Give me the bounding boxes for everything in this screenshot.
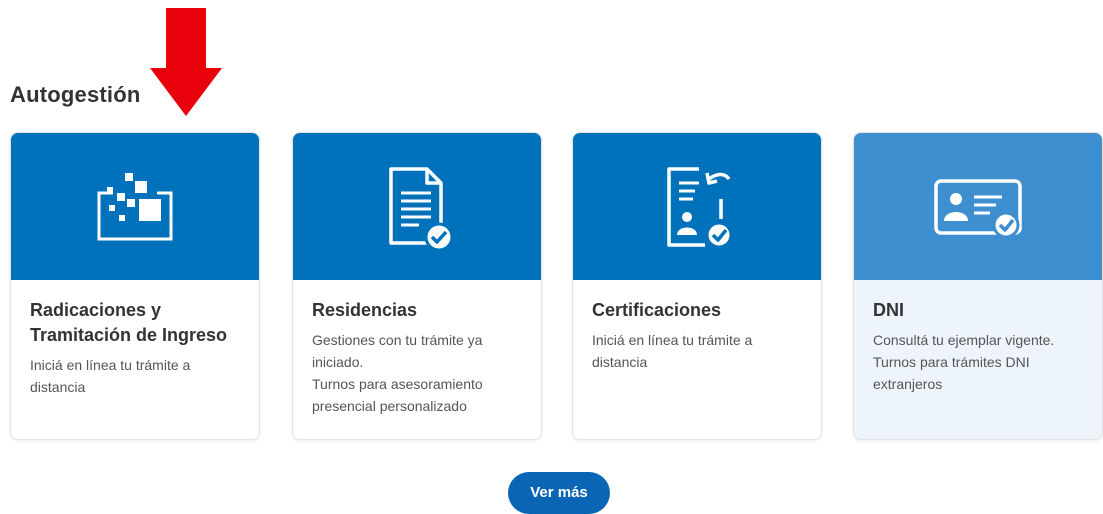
card-title: Residencias <box>312 300 418 320</box>
document-check-icon <box>389 166 454 251</box>
red-arrow-down-icon <box>150 8 222 116</box>
card-title: DNI <box>873 300 904 320</box>
card-description: Iniciá en línea tu trámite a distancia <box>592 332 753 370</box>
section-title: Autogestión <box>10 82 141 107</box>
certificate-icon <box>667 166 733 248</box>
ver-mas-button[interactable]: Ver más <box>508 472 610 514</box>
card-radicaciones[interactable]: Radicaciones y Tramitación de Ingreso Ini… <box>10 132 260 440</box>
card-header <box>293 133 541 280</box>
card-residencias[interactable]: Residencias Gestiones con tu trámite ya i… <box>292 132 542 440</box>
card-title: Radicaciones y Tramitación de Ingreso <box>30 300 228 345</box>
id-card-icon <box>934 178 1022 238</box>
data-transfer-icon <box>97 172 173 240</box>
card-dni[interactable]: DNI Consultá tu ejemplar vigente. Turnos … <box>853 132 1103 440</box>
card-header <box>11 133 259 280</box>
card-title: Certificaciones <box>592 300 722 320</box>
card-header <box>573 133 821 280</box>
card-certificaciones[interactable]: Certificaciones Iniciá en línea tu trámi… <box>572 132 822 440</box>
card-description: Iniciá en línea tu trámite a distancia <box>30 357 191 395</box>
card-header <box>854 133 1102 280</box>
card-description: Consultá tu ejemplar vigente. Turnos para… <box>873 332 1055 392</box>
card-description: Gestiones con tu trámite ya iniciado. Turn… <box>312 332 483 414</box>
